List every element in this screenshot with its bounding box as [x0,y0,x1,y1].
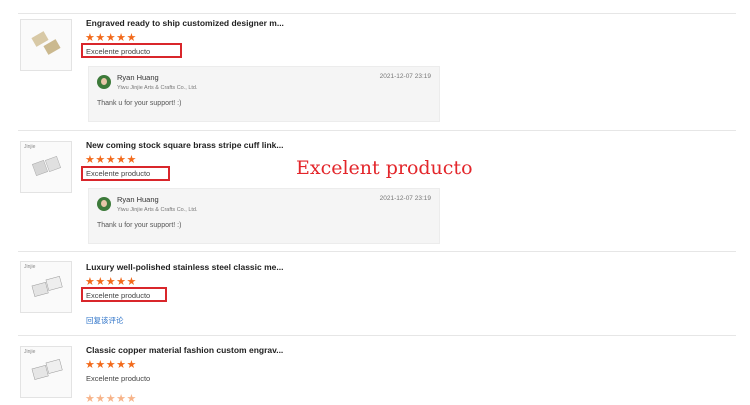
product-thumbnail[interactable] [20,19,72,71]
divider [18,13,736,14]
seller-reply: Ryan Huang Yiwu Jinjie Arts & Crafts Co.… [88,188,440,244]
thumb-brand: Jinjie [24,264,36,270]
reply-author: Ryan Huang [117,73,159,82]
avatar [97,197,111,211]
review-comment: Excelente producto [86,374,151,383]
seller-reply: Ryan Huang Yiwu Jinjie Arts & Crafts Co.… [88,66,440,122]
reply-date: 2021-12-07 23:19 [379,73,431,80]
reply-text: Thank u for your support! :) [97,222,182,229]
thumb-brand: Jinjie [24,144,36,150]
product-thumbnail[interactable]: Jinjie [20,261,72,313]
rating-stars: ★★★★★ [85,154,137,166]
overlay-annotation: Excelent producto [296,157,473,179]
reply-company: Yiwu Jinjie Arts & Crafts Co., Ltd. [117,85,198,91]
reply-date: 2021-12-07 23:19 [379,195,431,202]
product-thumbnail[interactable]: Jinjie [20,346,72,398]
reply-to-review-link[interactable]: 回复该评论 [86,315,124,326]
highlight-box [81,287,167,302]
divider [18,251,736,252]
product-title[interactable]: New coming stock square brass stripe cuf… [86,140,283,150]
reply-text: Thank u for your support! :) [97,100,182,107]
divider [18,130,736,131]
product-title[interactable]: Luxury well-polished stainless steel cla… [86,262,283,272]
highlight-box [81,43,182,58]
reply-author: Ryan Huang [117,195,159,204]
product-thumbnail[interactable]: Jinjie [20,141,72,193]
divider [18,335,736,336]
rating-stars: ★★★★★ [85,359,137,371]
reply-company: Yiwu Jinjie Arts & Crafts Co., Ltd. [117,207,198,213]
cufflink-image [31,31,61,55]
product-title[interactable]: Engraved ready to ship customized design… [86,18,284,28]
avatar [97,75,111,89]
product-title[interactable]: Classic copper material fashion custom e… [86,345,283,355]
highlight-box [81,166,170,181]
thumb-brand: Jinjie [24,349,36,355]
